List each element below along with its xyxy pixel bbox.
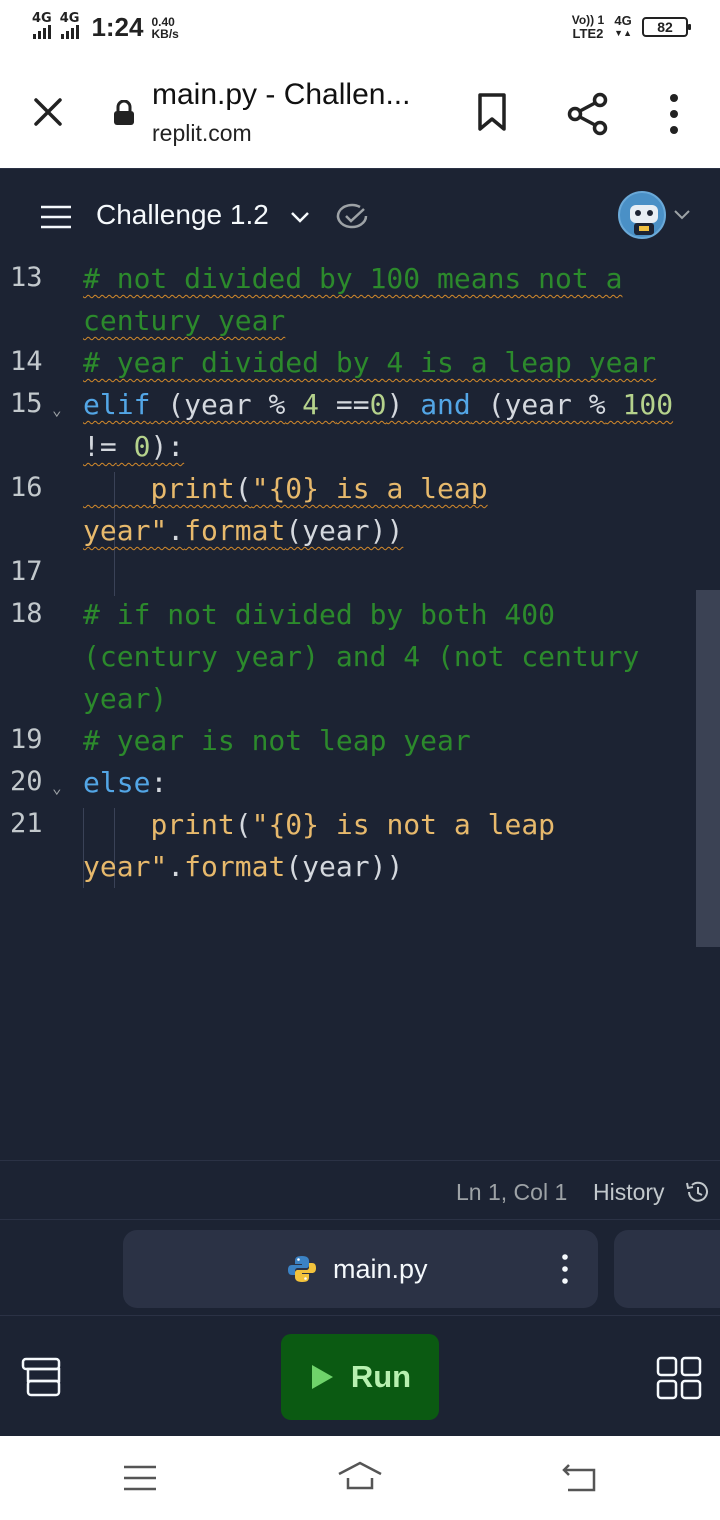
run-button[interactable]: Run [281,1334,439,1420]
chevron-down-icon[interactable] [672,207,692,223]
code-line: print("{0} is a leap [150,472,488,505]
line-number: 19 [10,724,43,755]
battery-icon: 82 [642,17,691,37]
code-line: # year divided by 4 is a leap year [83,346,657,379]
lock-icon[interactable] [112,100,136,126]
fold-chevron-icon[interactable]: ⌄ [52,778,62,797]
code-line: century year [83,304,286,337]
chevron-down-icon[interactable] [288,207,312,227]
network-indicator-1: 4G [32,12,52,42]
code-line: != 0): [83,430,185,463]
back-icon[interactable] [560,1462,598,1494]
code-line: print("{0} is not a leap [150,808,556,841]
line-number: 17 [10,556,43,587]
file-tab-label: main.py [333,1254,428,1284]
file-tab-next[interactable] [614,1230,720,1308]
file-tab-bar: main.py [0,1220,720,1316]
clock: 1:24 [91,12,144,42]
page-title[interactable]: main.py - Challen... [152,78,410,112]
code-line: # year is not leap year [83,724,471,757]
close-icon[interactable] [28,92,68,132]
status-left: 4G 4G 1:24 0.40 KB/s [32,12,179,43]
line-number: 14 [10,346,43,377]
code-line: # if not divided by both 400 [83,598,556,631]
python-icon [288,1256,316,1282]
line-number: 20 [10,766,43,797]
code-line: year) [83,682,168,715]
data-arrows-icon: ▼▲ [614,28,632,38]
signal-bars-icon [60,25,79,39]
play-icon [311,1365,333,1389]
grid-icon[interactable] [656,1356,702,1400]
code-line: elif (year % 4 ==0) and (year % 100 [83,388,674,421]
history-button[interactable]: History [593,1179,665,1206]
line-number: 15 [10,388,43,419]
url-host[interactable]: replit.com [152,120,252,147]
history-icon[interactable] [684,1179,710,1205]
code-line: # not divided by 100 means not a [83,262,623,295]
panels-icon[interactable] [20,1356,62,1398]
project-name[interactable]: Challenge 1.2 [96,199,269,231]
workspace-header: Challenge 1.2 [0,168,720,260]
network-indicator-2: 4G [60,12,79,42]
bookmark-icon[interactable] [474,92,510,132]
file-tab-main[interactable]: main.py [123,1230,598,1308]
line-number: 21 [10,808,43,839]
home-icon[interactable] [336,1460,384,1492]
code-line: (century year) and 4 (not century [83,640,640,673]
status-right: Vo)) 1 LTE2 4G ▼▲ 82 [571,13,691,41]
code-line: year".format(year)) [83,514,404,547]
checkpoint-icon[interactable] [336,203,370,229]
robot-avatar-icon [630,205,658,235]
editor-status-line: Ln 1, Col 1 History [0,1160,720,1220]
system-nav-bar [0,1436,720,1520]
recent-apps-icon[interactable] [122,1464,158,1492]
bottom-toolbar: Run [0,1316,720,1436]
code-line: year".format(year)) [83,850,404,883]
more-options-icon[interactable] [559,1252,571,1286]
line-number: 18 [10,598,43,629]
network-speed: 0.40 KB/s [151,14,179,41]
code-editor[interactable]: 13 14 15 ⌄ 16 17 18 19 20 ⌄ 21 # not div… [0,260,720,1160]
line-number: 13 [10,262,43,293]
run-label: Run [350,1359,412,1394]
battery-level: 82 [657,19,673,35]
avatar[interactable] [618,191,666,239]
signal-bars-icon [32,25,51,39]
volte-indicator: Vo)) 1 LTE2 [571,13,605,41]
network-indicator-3: 4G ▼▲ [614,13,632,38]
code-line: else: [83,766,168,799]
line-number: 16 [10,472,43,503]
browser-toolbar: main.py - Challen... replit.com [0,58,720,168]
share-icon[interactable] [566,92,610,136]
more-options-icon[interactable] [660,92,688,136]
menu-icon[interactable] [40,205,72,229]
status-bar: 4G 4G 1:24 0.40 KB/s Vo)) 1 LTE2 4G ▼▲ 8… [0,0,720,58]
fold-chevron-icon[interactable]: ⌄ [52,400,62,419]
cursor-position[interactable]: Ln 1, Col 1 [456,1179,567,1206]
editor-scrollbar[interactable] [696,590,720,947]
